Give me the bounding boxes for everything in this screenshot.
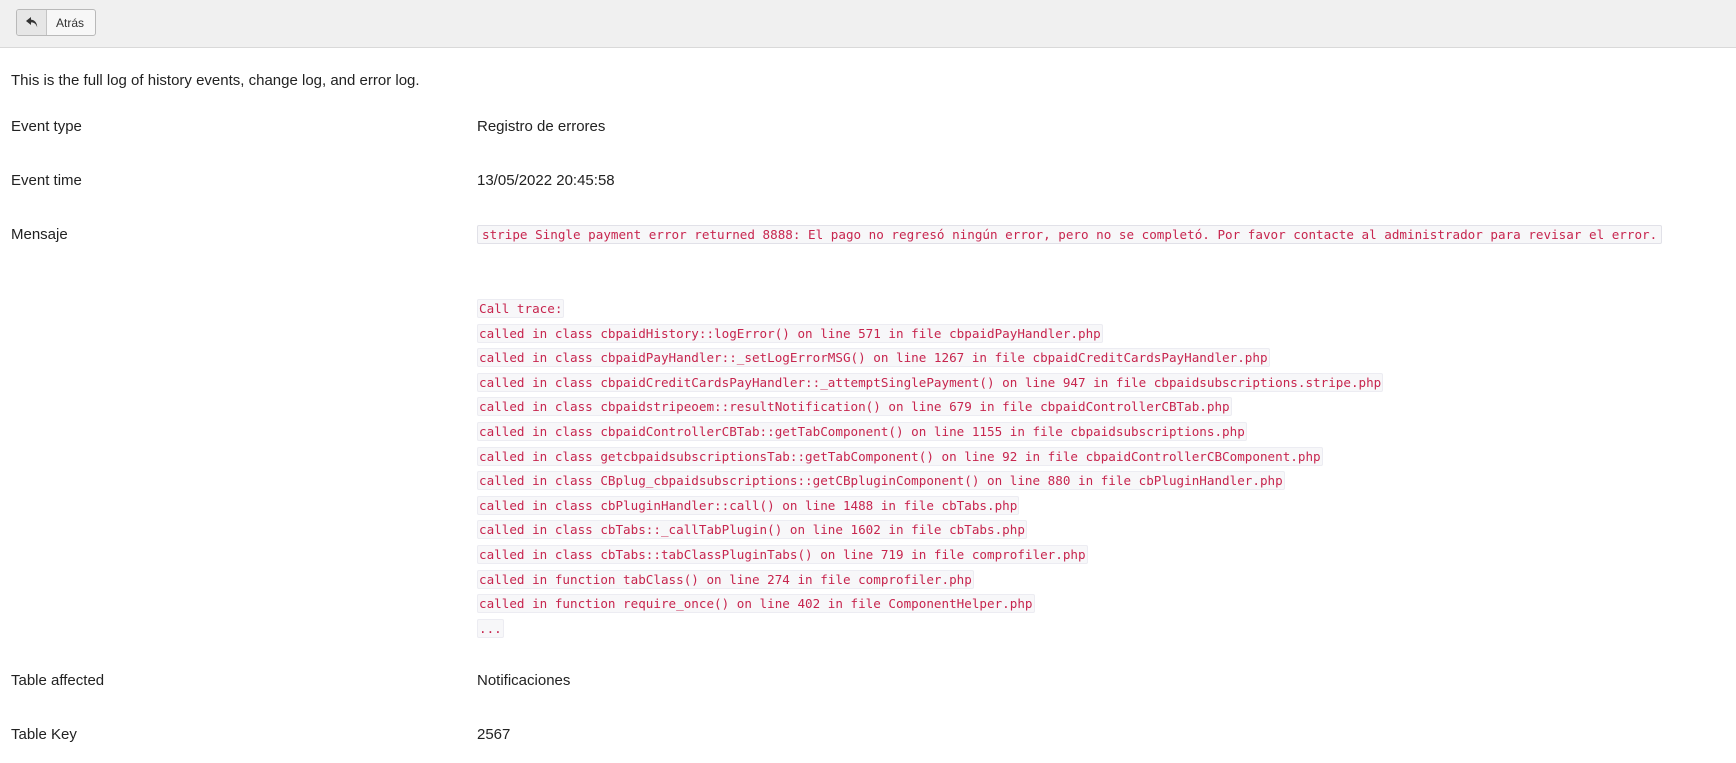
message-label: Mensaje <box>11 226 68 243</box>
table-key-label: Table Key <box>11 726 77 743</box>
trace-line-text: called in function require_once() on lin… <box>477 594 1035 614</box>
trace-line: called in class cbpaidCreditCardsPayHand… <box>477 372 1384 399</box>
table-key-value: 2567 <box>477 726 511 743</box>
event-type-label: Event type <box>11 118 82 135</box>
trace-line: called in class getcbpaidsubscriptionsTa… <box>477 446 1383 473</box>
message-code: stripe Single payment error returned 888… <box>477 225 1663 244</box>
trace-line: Call trace: <box>477 299 1383 325</box>
trace-line: called in class cbpaidHistory::logError(… <box>477 323 1383 350</box>
trace-line: called in function require_once() on lin… <box>477 594 1383 620</box>
trace-line: called in class cbpaidPayHandler::_setLo… <box>477 348 1383 374</box>
trace-line: called in class cbTabs::tabClassPluginTa… <box>477 544 1383 571</box>
event-time-value: 13/05/2022 20:45:58 <box>477 172 615 189</box>
back-button[interactable]: Atrás <box>16 9 97 36</box>
trace-line: called in class cbPluginHandler::call() … <box>477 495 1383 522</box>
trace-line-text: called in class cbPluginHandler::call() … <box>477 495 1020 515</box>
call-trace: Call trace: called in class cbpaidHistory… <box>477 299 1384 645</box>
event-type-value: Registro de errores <box>477 118 606 135</box>
message-value: stripe Single payment error returned 888… <box>477 225 1663 244</box>
trace-line-text: ... <box>477 618 504 638</box>
trace-line: called in class CBplug_cbpaidsubscriptio… <box>477 471 1383 497</box>
trace-line: called in class cbTabs::_callTabPlugin()… <box>477 520 1383 546</box>
toolbar: Atrás <box>0 0 1736 48</box>
trace-line-text: called in class CBplug_cbpaidsubscriptio… <box>477 471 1285 491</box>
trace-line-text: Call trace: <box>477 299 565 318</box>
table-affected-label: Table affected <box>11 672 105 689</box>
trace-line-text: called in class getcbpaidsubscriptionsTa… <box>477 446 1323 466</box>
table-affected-value: Notificaciones <box>477 672 571 689</box>
trace-line: ... <box>477 618 1383 645</box>
trace-line-text: called in class cbpaidControllerCBTab::g… <box>477 421 1247 441</box>
event-time-label: Event time <box>11 172 82 189</box>
trace-line-text: called in class cbpaidCreditCardsPayHand… <box>477 372 1384 392</box>
trace-line: called in function tabClass() on line 27… <box>477 569 1383 596</box>
trace-line-text: called in class cbpaidstripeoem::resultN… <box>477 397 1232 417</box>
trace-line: called in class cbpaidControllerCBTab::g… <box>477 421 1383 448</box>
trace-line-text: called in class cbpaidHistory::logError(… <box>477 323 1103 343</box>
back-button-label: Atrás <box>56 15 85 30</box>
trace-line-text: called in class cbTabs::_callTabPlugin()… <box>477 520 1027 540</box>
trace-line-text: called in class cbTabs::tabClassPluginTa… <box>477 544 1088 564</box>
trace-line-text: called in function tabClass() on line 27… <box>477 569 974 589</box>
intro-text: This is the full log of history events, … <box>11 72 420 89</box>
trace-line-text: called in class cbpaidPayHandler::_setLo… <box>477 348 1270 368</box>
undo-arrow-icon <box>17 10 47 35</box>
trace-line: called in class cbpaidstripeoem::resultN… <box>477 397 1383 423</box>
